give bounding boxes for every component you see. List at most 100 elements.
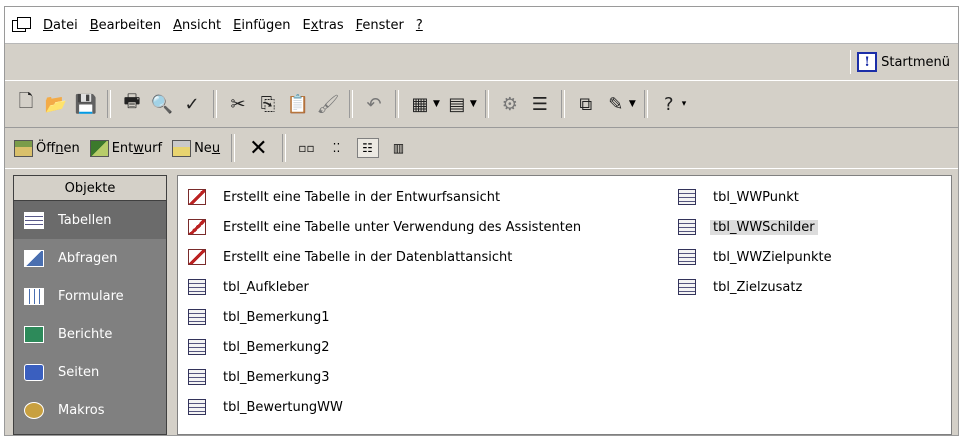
- toolbar-separator: [213, 90, 217, 118]
- wizard-icon: [188, 219, 206, 235]
- open-button[interactable]: Öff n en: [9, 135, 85, 161]
- print-icon[interactable]: 🖶: [119, 91, 145, 117]
- table-icon: [188, 309, 206, 325]
- object-label: Abfragen: [58, 250, 118, 266]
- form-icon: [24, 287, 44, 305]
- list-item[interactable]: tbl_WWPunkt: [678, 182, 832, 212]
- list-column-1: Erstellt eine Tabelle in der Entwurfsans…: [188, 182, 581, 422]
- table-icon: [678, 219, 696, 235]
- macro-icon: [24, 401, 44, 419]
- exclamation-icon: !: [857, 52, 878, 72]
- menu-einfuegen[interactable]: Einfügen: [227, 18, 296, 33]
- table-icon: [188, 339, 206, 355]
- new-button[interactable]: Ne u: [167, 135, 225, 161]
- undo-icon[interactable]: ↶: [361, 91, 387, 117]
- menu-help[interactable]: ?: [410, 18, 429, 33]
- wizard-icon: [188, 189, 206, 205]
- list-item[interactable]: tbl_Bemerkung3: [188, 362, 581, 392]
- database-toolbar: Öff n en Ent w urf Ne u ✕ ▫▫ ⁚⁚ ☷ ▥: [5, 128, 958, 169]
- objects-header[interactable]: Objekte: [14, 176, 166, 201]
- object-tabellen[interactable]: Tabellen: [14, 201, 166, 239]
- list-item[interactable]: Erstellt eine Tabelle in der Entwurfsans…: [188, 182, 581, 212]
- open-icon[interactable]: 📂: [43, 91, 69, 117]
- report-icon: [24, 325, 44, 343]
- table-icon: [678, 249, 696, 265]
- list-item[interactable]: tbl_Aufkleber: [188, 272, 581, 302]
- format-painter-icon[interactable]: 🖌: [315, 91, 341, 117]
- dropdown-arrow-icon[interactable]: ▼: [470, 99, 477, 109]
- relationships-icon[interactable]: ⧉: [573, 91, 599, 117]
- object-label: Berichte: [58, 326, 113, 342]
- toolbar-separator: [349, 90, 353, 118]
- object-berichte[interactable]: Berichte: [14, 315, 166, 353]
- large-icons-view-icon[interactable]: ▫▫: [297, 139, 317, 157]
- office-links-icon[interactable]: ▦: [407, 91, 433, 117]
- list-item-selected[interactable]: tbl_WWSchilder: [678, 212, 832, 242]
- menu-datei[interactable]: Datei: [37, 18, 84, 33]
- toolbar-separator: [231, 134, 236, 162]
- startmenu-button[interactable]: ! Startmenü: [850, 50, 950, 74]
- new-object-icon: [172, 139, 192, 157]
- list-column-2: tbl_WWPunkt tbl_WWSchilder tbl_WWZielpun…: [678, 182, 832, 302]
- paste-icon[interactable]: 📋: [285, 91, 311, 117]
- table-icon: [188, 399, 206, 415]
- menu-fenster[interactable]: Fenster: [350, 18, 410, 33]
- copy-icon[interactable]: ⎘: [255, 91, 281, 117]
- details-view-icon[interactable]: ▥: [389, 139, 409, 157]
- analyze-icon[interactable]: ▤: [444, 91, 470, 117]
- table-icon: [678, 189, 696, 205]
- toolbar-separator: [107, 90, 111, 118]
- menu-ansicht[interactable]: Ansicht: [167, 18, 227, 33]
- toolbar-options-icon[interactable]: ▾: [682, 99, 687, 109]
- list-item[interactable]: tbl_Bemerkung2: [188, 332, 581, 362]
- toolbar-separator: [395, 90, 399, 118]
- table-icon: [188, 279, 206, 295]
- design-button[interactable]: Ent w urf: [85, 135, 167, 161]
- object-formulare[interactable]: Formulare: [14, 277, 166, 315]
- object-label: Tabellen: [58, 212, 112, 228]
- query-icon: [24, 249, 44, 267]
- list-item[interactable]: Erstellt eine Tabelle in der Datenblatta…: [188, 242, 581, 272]
- list-view-icon[interactable]: ☷: [356, 138, 379, 158]
- objects-bar: Objekte Tabellen Abfragen Formulare Beri…: [13, 175, 167, 435]
- toolbar-separator: [484, 90, 489, 118]
- object-label: Makros: [58, 402, 105, 418]
- list-item[interactable]: tbl_Bemerkung1: [188, 302, 581, 332]
- dropdown-arrow-icon[interactable]: ▼: [433, 99, 440, 109]
- cut-icon[interactable]: ✂: [225, 91, 251, 117]
- properties-icon[interactable]: ☰: [527, 91, 553, 117]
- help-icon[interactable]: ?: [656, 91, 682, 117]
- delete-icon[interactable]: ✕: [241, 136, 275, 161]
- list-item[interactable]: Erstellt eine Tabelle unter Verwendung d…: [188, 212, 581, 242]
- object-makros[interactable]: Makros: [14, 391, 166, 429]
- toolbar-strip: ! Startmenü: [5, 44, 958, 81]
- open-object-icon: [14, 139, 33, 157]
- design-icon: [89, 139, 109, 157]
- new-object-icon[interactable]: ✎: [603, 91, 629, 117]
- list-item[interactable]: tbl_BewertungWW: [188, 392, 581, 422]
- menu-bar: Datei Bearbeiten Ansicht Einfügen Extras…: [5, 7, 958, 44]
- spelling-icon[interactable]: ✓: [179, 91, 205, 117]
- standard-toolbar: 🗋 📂 💾 🖶 🔍 ✓ ✂ ⎘ 📋 🖌 ↶ ▦ ▼ ▤ ▼ ⚙ ☰ ⧉ ✎ ▼ ? ▾: [5, 81, 958, 128]
- object-seiten[interactable]: Seiten: [14, 353, 166, 391]
- object-label: Formulare: [58, 288, 124, 304]
- table-icon: [188, 369, 206, 385]
- database-window: Datei Bearbeiten Ansicht Einfügen Extras…: [4, 6, 959, 436]
- new-icon[interactable]: 🗋: [13, 91, 39, 117]
- small-icons-view-icon[interactable]: ⁚⁚: [327, 139, 347, 157]
- dropdown-arrow-icon[interactable]: ▼: [629, 99, 636, 109]
- save-icon[interactable]: 💾: [73, 91, 99, 117]
- list-item[interactable]: tbl_Zielzusatz: [678, 272, 832, 302]
- wizard-icon: [188, 249, 206, 265]
- menu-extras[interactable]: Extras: [297, 18, 350, 33]
- menu-bearbeiten[interactable]: Bearbeiten: [84, 18, 167, 33]
- print-preview-icon[interactable]: 🔍: [149, 91, 175, 117]
- code-icon[interactable]: ⚙: [497, 91, 523, 117]
- object-abfragen[interactable]: Abfragen: [14, 239, 166, 277]
- toolbar-separator: [281, 134, 286, 162]
- database-content: Objekte Tabellen Abfragen Formulare Beri…: [5, 169, 958, 435]
- table-icon: [678, 279, 696, 295]
- object-label: Seiten: [58, 364, 100, 380]
- database-window-icon[interactable]: [12, 17, 31, 33]
- list-item[interactable]: tbl_WWZielpunkte: [678, 242, 832, 272]
